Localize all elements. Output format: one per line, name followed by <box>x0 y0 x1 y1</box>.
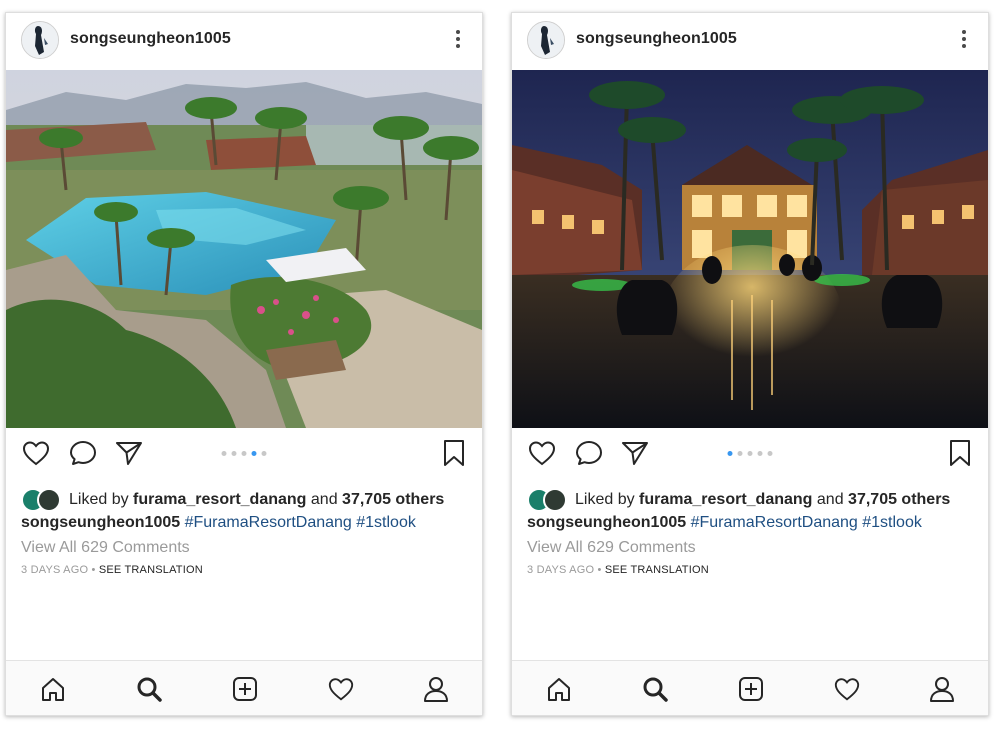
carousel-dot <box>241 451 247 456</box>
send-icon[interactable] <box>114 438 144 468</box>
carousel-dot <box>747 451 753 456</box>
post-username[interactable]: songseungheon1005 <box>70 30 231 48</box>
more-options-icon[interactable] <box>954 27 974 51</box>
more-options-icon[interactable] <box>448 27 468 51</box>
liked-by-user-link[interactable]: furama_resort_danang <box>639 491 812 508</box>
home-icon[interactable] <box>38 674 68 704</box>
post-card-night: songseungheon1005 Liked by furama_resort… <box>511 12 989 716</box>
see-translation-link[interactable]: SEE TRANSLATION <box>605 564 709 576</box>
comment-icon[interactable] <box>574 438 604 468</box>
activity-heart-icon[interactable] <box>832 674 862 704</box>
time-ago: 3 DAYS AGO <box>21 564 89 576</box>
see-translation-link[interactable]: SEE TRANSLATION <box>99 564 203 576</box>
add-post-icon[interactable] <box>736 674 766 704</box>
carousel-dot <box>221 451 227 456</box>
bottom-nav <box>512 660 988 715</box>
liker-avatar <box>543 488 567 512</box>
home-icon[interactable] <box>544 674 574 704</box>
heart-icon[interactable] <box>527 438 557 468</box>
activity-heart-icon[interactable] <box>326 674 356 704</box>
post-header: songseungheon1005 <box>512 13 988 70</box>
caption-hashtags[interactable]: #FuramaResortDanang #1stlook <box>185 514 416 531</box>
profile-icon[interactable] <box>927 674 957 704</box>
meta-separator: • <box>597 564 602 576</box>
post-username[interactable]: songseungheon1005 <box>576 30 737 48</box>
time-ago: 3 DAYS AGO <box>527 564 595 576</box>
add-post-icon[interactable] <box>230 674 260 704</box>
post-meta: 3 DAYS AGO • SEE TRANSLATION <box>527 564 709 576</box>
avatar[interactable] <box>21 21 59 59</box>
view-comments-link[interactable]: View All 629 Comments <box>21 539 190 557</box>
post-header: songseungheon1005 <box>6 13 482 70</box>
caption: songseungheon1005 #FuramaResortDanang #1… <box>21 514 416 532</box>
carousel-dot-active <box>727 451 733 456</box>
carousel-dot <box>737 451 743 456</box>
caption-username[interactable]: songseungheon1005 <box>21 514 180 531</box>
profile-icon[interactable] <box>421 674 451 704</box>
post-image[interactable] <box>6 70 482 428</box>
carousel-dot <box>767 451 773 456</box>
avatar[interactable] <box>527 21 565 59</box>
bookmark-icon[interactable] <box>947 438 973 468</box>
caption: songseungheon1005 #FuramaResortDanang #1… <box>527 514 922 532</box>
carousel-dot <box>261 451 267 456</box>
carousel-dot <box>231 451 237 456</box>
view-comments-link[interactable]: View All 629 Comments <box>527 539 696 557</box>
post-meta: 3 DAYS AGO • SEE TRANSLATION <box>21 564 203 576</box>
bookmark-icon[interactable] <box>441 438 467 468</box>
carousel-dot-active <box>251 451 257 456</box>
send-icon[interactable] <box>620 438 650 468</box>
likes-others-link[interactable]: 37,705 others <box>848 491 950 508</box>
carousel-indicator <box>221 451 267 456</box>
search-icon[interactable] <box>134 674 164 704</box>
post-actions <box>6 438 482 472</box>
likes-text: Liked by furama_resort_danang and 37,705… <box>575 491 951 508</box>
meta-separator: • <box>91 564 96 576</box>
carousel-indicator <box>727 451 773 456</box>
bottom-nav <box>6 660 482 715</box>
carousel-dot <box>757 451 763 456</box>
caption-username[interactable]: songseungheon1005 <box>527 514 686 531</box>
comment-icon[interactable] <box>68 438 98 468</box>
likes-row[interactable]: Liked by furama_resort_danang and 37,705… <box>527 488 951 512</box>
post-actions <box>512 438 988 472</box>
likes-others-link[interactable]: 37,705 others <box>342 491 444 508</box>
liked-by-user-link[interactable]: furama_resort_danang <box>133 491 306 508</box>
heart-icon[interactable] <box>21 438 51 468</box>
post-image[interactable] <box>512 70 988 428</box>
post-card-pool: songseungheon1005 Liked by furama_resort… <box>5 12 483 716</box>
likes-text: Liked by furama_resort_danang and 37,705… <box>69 491 445 508</box>
likes-row[interactable]: Liked by furama_resort_danang and 37,705… <box>21 488 445 512</box>
liker-avatar <box>37 488 61 512</box>
search-icon[interactable] <box>640 674 670 704</box>
caption-hashtags[interactable]: #FuramaResortDanang #1stlook <box>691 514 922 531</box>
